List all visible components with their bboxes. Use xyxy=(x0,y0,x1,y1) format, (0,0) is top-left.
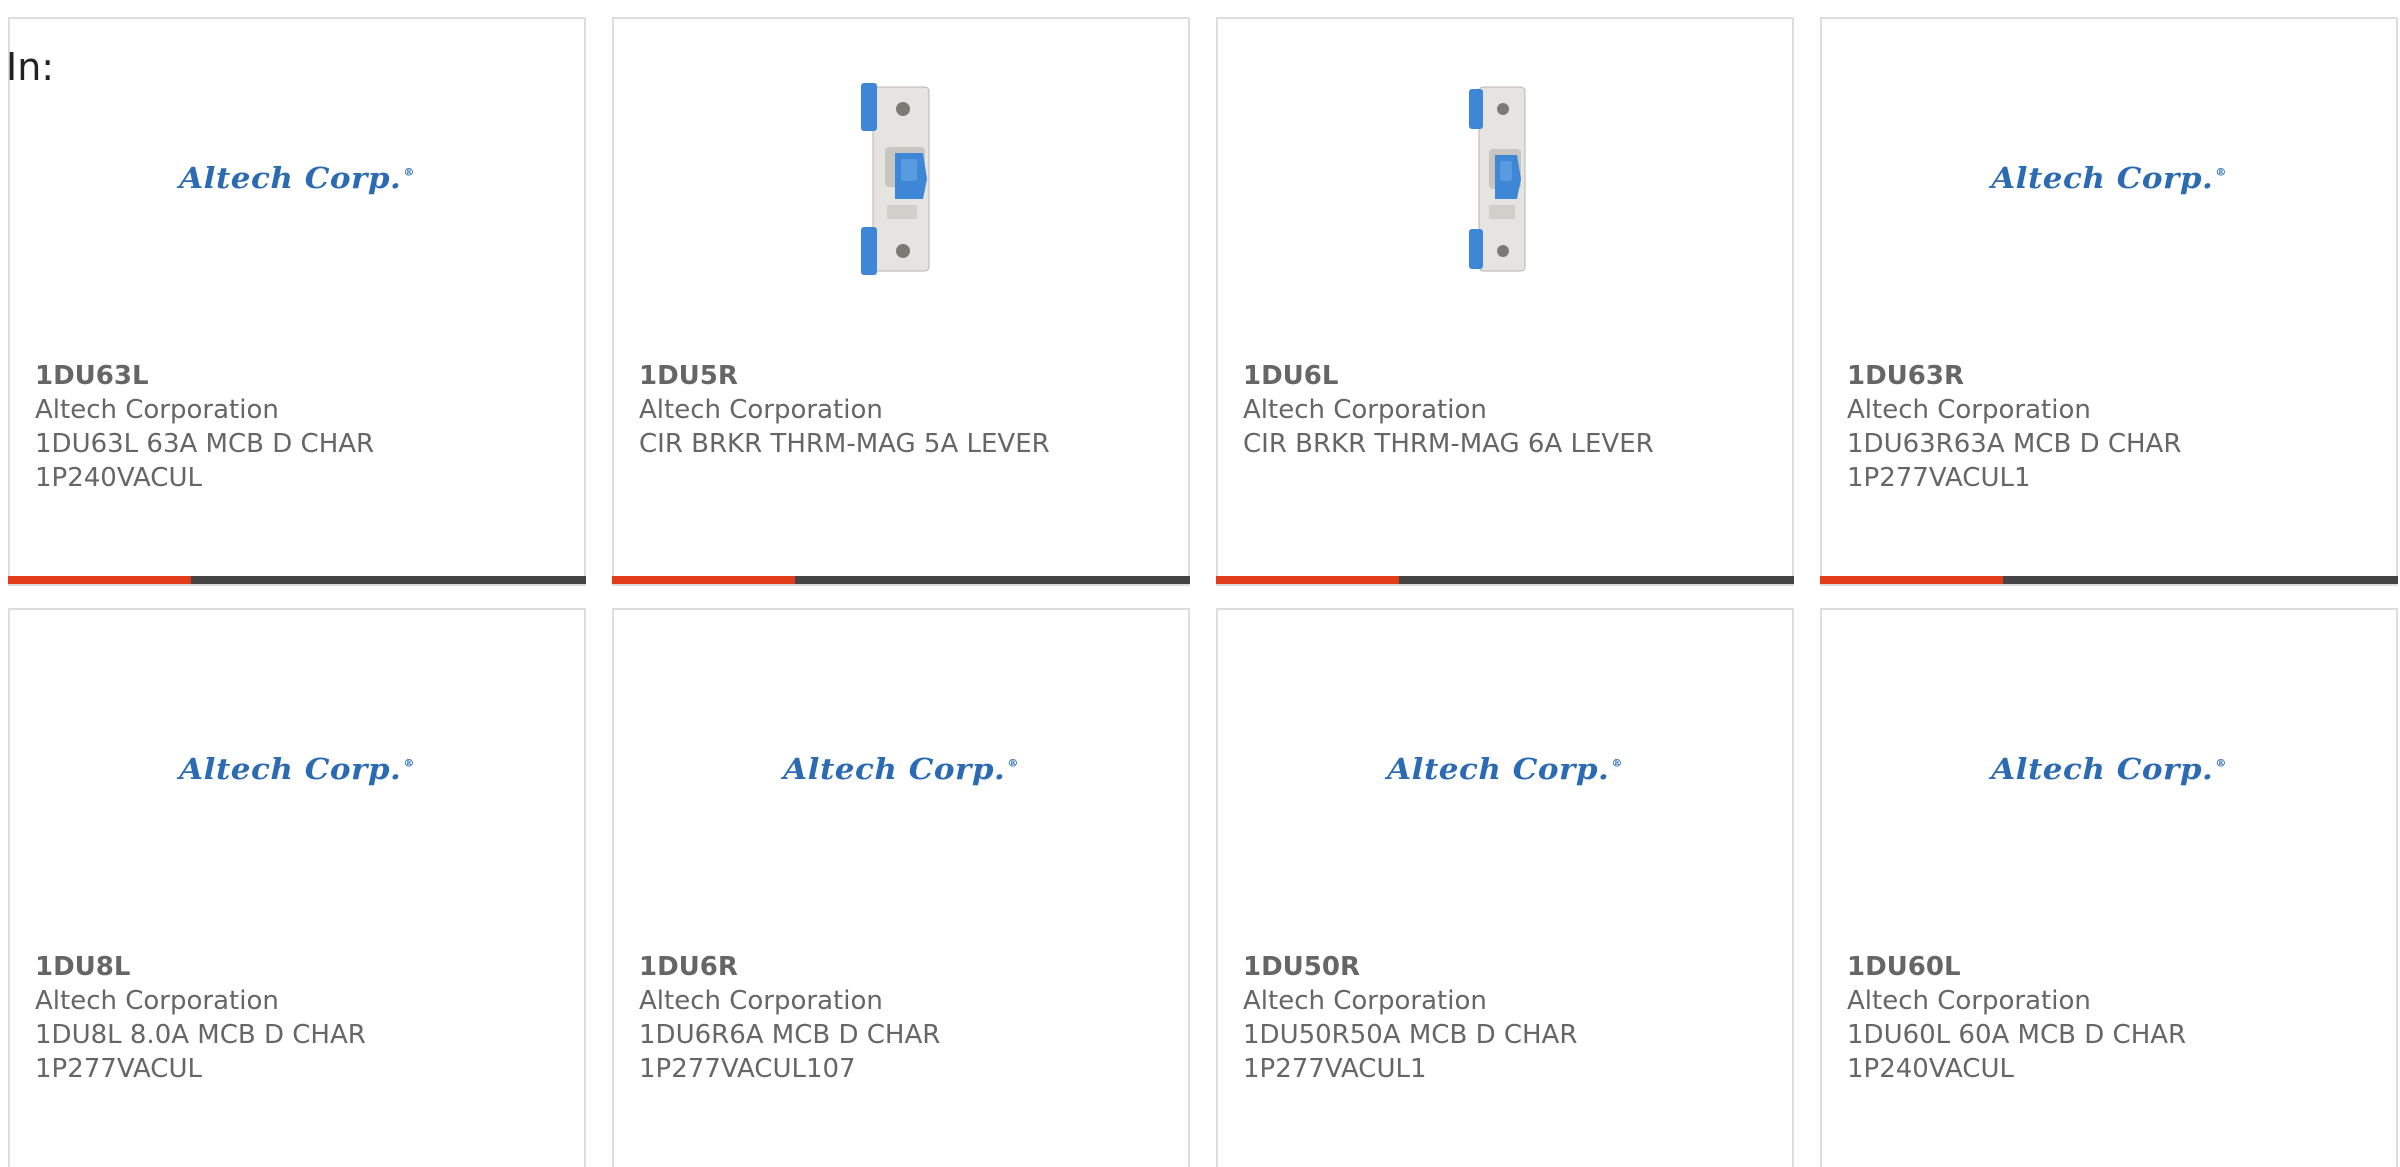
product-card[interactable]: Altech Corp. ® 1DU6R Altech Corporation 1… xyxy=(612,608,1190,1167)
product-results-page: In: Altech Corp. ® 1DU63L Altech Corporat… xyxy=(0,0,2400,1167)
manufacturer-name: Altech Corporation xyxy=(35,395,279,425)
product-image[interactable]: Altech Corp. ® xyxy=(1822,670,2396,870)
card-bottom-bar xyxy=(8,576,586,584)
product-info: 1DU63R Altech Corporation 1DU63R63A MCB … xyxy=(1847,359,2376,495)
product-description: 1DU6R6A MCB D CHAR 1P277VACUL107 xyxy=(639,1020,941,1084)
product-grid: Altech Corp. ® 1DU63L Altech Corporation … xyxy=(8,17,2400,1167)
product-card[interactable]: 1DU6L Altech Corporation CIR BRKR THRM-M… xyxy=(1216,17,1794,586)
product-description: CIR BRKR THRM-MAG 5A LEVER xyxy=(639,429,1050,459)
product-image[interactable]: Altech Corp. ® xyxy=(614,670,1188,870)
part-number-link[interactable]: 1DU50R xyxy=(1243,950,1772,984)
product-description: CIR BRKR THRM-MAG 6A LEVER xyxy=(1243,429,1654,459)
product-card[interactable]: Altech Corp. ® 1DU8L Altech Corporation 1… xyxy=(8,608,586,1167)
altech-logo: Altech Corp. ® xyxy=(1991,753,2227,787)
product-info: 1DU60L Altech Corporation 1DU60L 60A MCB… xyxy=(1847,950,2376,1086)
product-card[interactable]: Altech Corp. ® 1DU63L Altech Corporation … xyxy=(8,17,586,586)
product-info: 1DU8L Altech Corporation 1DU8L 8.0A MCB … xyxy=(35,950,564,1086)
product-image[interactable]: Altech Corp. ® xyxy=(1218,670,1792,870)
manufacturer-name: Altech Corporation xyxy=(639,395,883,425)
part-number-link[interactable]: 1DU63R xyxy=(1847,359,2376,393)
in-filter-label: In: xyxy=(6,45,55,89)
product-description: 1DU60L 60A MCB D CHAR 1P240VACUL xyxy=(1847,1020,2187,1084)
manufacturer-name: Altech Corporation xyxy=(639,986,883,1016)
circuit-breaker-icon xyxy=(861,83,930,275)
altech-logo: Altech Corp. ® xyxy=(1991,162,2227,196)
part-number-link[interactable]: 1DU5R xyxy=(639,359,1168,393)
altech-logo: Altech Corp. ® xyxy=(783,753,1019,787)
product-image[interactable] xyxy=(1218,79,1792,279)
part-number-link[interactable]: 1DU6R xyxy=(639,950,1168,984)
product-card[interactable]: Altech Corp. ® 1DU63R Altech Corporation … xyxy=(1820,17,2398,586)
product-card[interactable]: Altech Corp. ® 1DU50R Altech Corporation … xyxy=(1216,608,1794,1167)
product-image[interactable]: Altech Corp. ® xyxy=(1822,79,2396,279)
circuit-breaker-icon xyxy=(1469,86,1526,272)
part-number-link[interactable]: 1DU8L xyxy=(35,950,564,984)
product-image[interactable] xyxy=(614,79,1188,279)
part-number-link[interactable]: 1DU6L xyxy=(1243,359,1772,393)
card-bottom-bar xyxy=(612,576,1190,584)
product-card[interactable]: 1DU5R Altech Corporation CIR BRKR THRM-M… xyxy=(612,17,1190,586)
manufacturer-name: Altech Corporation xyxy=(1847,986,2091,1016)
product-description: 1DU63L 63A MCB D CHAR 1P240VACUL xyxy=(35,429,375,493)
altech-logo: Altech Corp. ® xyxy=(179,753,415,787)
product-image[interactable]: Altech Corp. ® xyxy=(10,670,584,870)
altech-logo: Altech Corp. ® xyxy=(179,162,415,196)
manufacturer-name: Altech Corporation xyxy=(1243,395,1487,425)
product-info: 1DU63L Altech Corporation 1DU63L 63A MCB… xyxy=(35,359,564,495)
card-bottom-bar xyxy=(1820,576,2398,584)
product-image[interactable]: Altech Corp. ® xyxy=(10,79,584,279)
manufacturer-name: Altech Corporation xyxy=(1847,395,2091,425)
product-info: 1DU6L Altech Corporation CIR BRKR THRM-M… xyxy=(1243,359,1772,461)
product-description: 1DU50R50A MCB D CHAR 1P277VACUL1 xyxy=(1243,1020,1578,1084)
product-info: 1DU6R Altech Corporation 1DU6R6A MCB D C… xyxy=(639,950,1168,1086)
manufacturer-name: Altech Corporation xyxy=(35,986,279,1016)
product-description: 1DU63R63A MCB D CHAR 1P277VACUL1 xyxy=(1847,429,2182,493)
product-info: 1DU50R Altech Corporation 1DU50R50A MCB … xyxy=(1243,950,1772,1086)
product-card[interactable]: Altech Corp. ® 1DU60L Altech Corporation … xyxy=(1820,608,2398,1167)
product-description: 1DU8L 8.0A MCB D CHAR 1P277VACUL xyxy=(35,1020,366,1084)
product-info: 1DU5R Altech Corporation CIR BRKR THRM-M… xyxy=(639,359,1168,461)
altech-logo: Altech Corp. ® xyxy=(1387,753,1623,787)
part-number-link[interactable]: 1DU63L xyxy=(35,359,564,393)
part-number-link[interactable]: 1DU60L xyxy=(1847,950,2376,984)
card-bottom-bar xyxy=(1216,576,1794,584)
manufacturer-name: Altech Corporation xyxy=(1243,986,1487,1016)
